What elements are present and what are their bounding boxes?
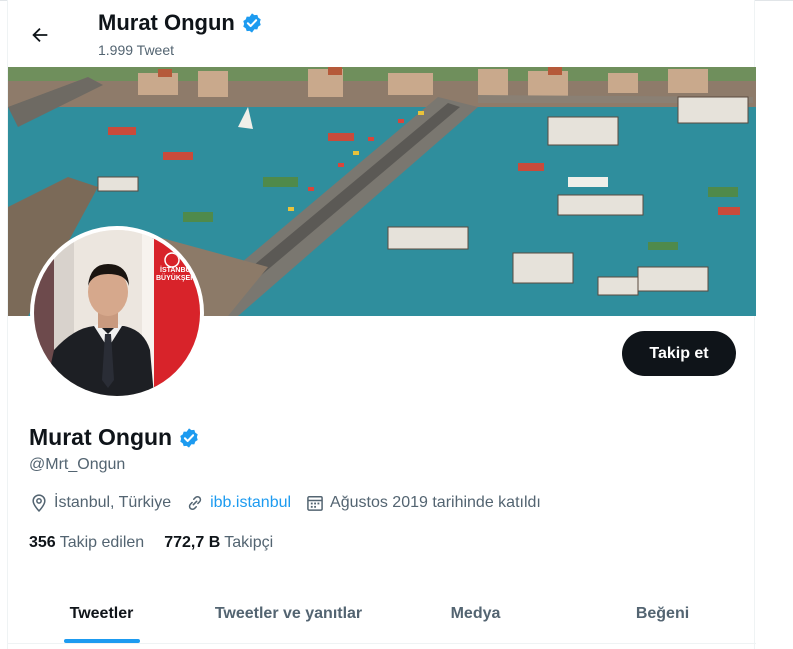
follow-button[interactable]: Takip et — [622, 331, 736, 376]
tab-label: Medya — [450, 604, 501, 622]
location-pin-icon — [32, 494, 46, 512]
followers-link[interactable]: 772,7 B Takipçi — [164, 534, 273, 552]
tab-label: Beğeni — [635, 604, 690, 622]
follow-stats: 356 Takip edilen 772,7 B Takipçi — [29, 534, 273, 552]
tab-likes[interactable]: Beğeni — [569, 584, 756, 643]
join-date-text: Ağustos 2019 tarihinde katıldı — [330, 494, 541, 511]
join-date: Ağustos 2019 tarihinde katıldı — [305, 493, 541, 513]
followers-count: 772,7 B — [164, 534, 221, 551]
following-label: Takip edilen — [59, 534, 145, 551]
profile-handle: @Mrt_Ongun — [29, 456, 126, 473]
following-count: 356 — [29, 534, 56, 551]
profile-meta: İstanbul, Türkiye ibb.istanbul Ağustos 2… — [29, 493, 555, 513]
website-link[interactable]: ibb.istanbul — [210, 494, 291, 512]
svg-text:BÜYÜKŞEHİR: BÜYÜKŞEHİR — [156, 273, 200, 282]
verified-badge-icon — [243, 13, 261, 33]
tab-label: Tweetler — [69, 604, 134, 622]
tweet-count: 1.999 Tweet — [98, 42, 175, 58]
profile-tabs: Tweetler Tweetler ve yanıtlar Medya Beğe… — [8, 584, 756, 644]
active-tab-indicator — [63, 639, 140, 643]
tab-media[interactable]: Medya — [382, 584, 569, 643]
profile-header: Murat Ongun 1.999 Tweet — [8, 0, 756, 67]
location-text: İstanbul, Türkiye — [54, 494, 172, 511]
header-title: Murat Ongun — [98, 10, 263, 36]
link-icon — [188, 495, 202, 511]
following-link[interactable]: 356 Takip edilen — [29, 534, 144, 552]
location: İstanbul, Türkiye — [29, 493, 171, 513]
profile-column: Murat Ongun 1.999 Tweet İSTANBUL BÜYÜKŞE… — [7, 0, 756, 649]
tab-label: Tweetler ve yanıtlar — [214, 604, 363, 622]
website: ibb.istanbul — [185, 493, 291, 513]
profile-name-text: Murat Ongun — [29, 424, 173, 450]
svg-text:İSTANBUL: İSTANBUL — [160, 266, 196, 274]
back-button[interactable] — [22, 17, 58, 53]
tab-tweets-and-replies[interactable]: Tweetler ve yanıtlar — [195, 584, 382, 643]
tab-tweets[interactable]: Tweetler — [8, 584, 195, 643]
profile-avatar[interactable]: İSTANBUL BÜYÜKŞEHİR — [30, 226, 204, 400]
header-name-text: Murat Ongun — [98, 10, 235, 35]
calendar-icon — [307, 496, 323, 511]
verified-badge-icon — [180, 427, 198, 448]
profile-name: Murat Ongun — [29, 424, 200, 451]
followers-label: Takipçi — [224, 534, 274, 551]
arrow-left-icon — [32, 27, 48, 43]
